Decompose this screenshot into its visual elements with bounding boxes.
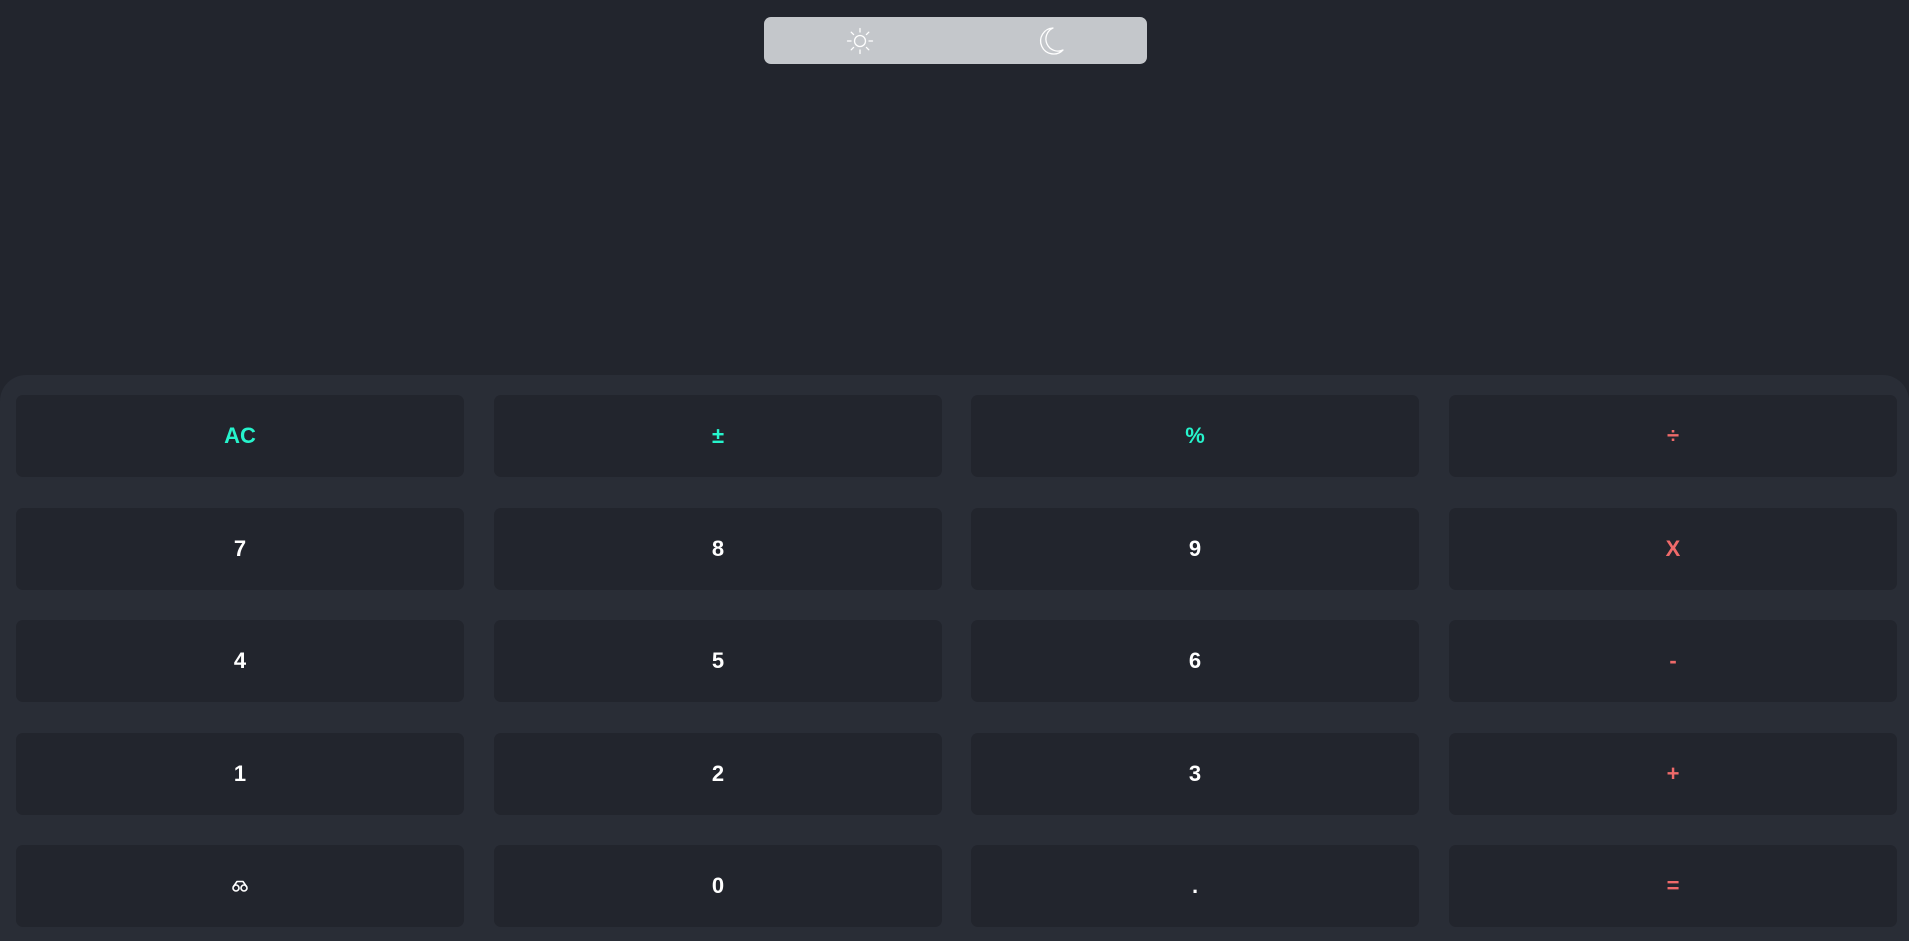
- history-icon: [232, 880, 248, 892]
- zero-button[interactable]: 0: [494, 845, 942, 927]
- calculator-app: AC ± % ÷ 7 8 9 X 4 5 6 - 1 2 3 + 0 . =: [0, 0, 1909, 941]
- four-button[interactable]: 4: [16, 620, 464, 702]
- equals-button[interactable]: =: [1449, 845, 1897, 927]
- divide-button[interactable]: ÷: [1449, 395, 1897, 477]
- eight-button[interactable]: 8: [494, 508, 942, 590]
- five-button[interactable]: 5: [494, 620, 942, 702]
- light-mode-option[interactable]: [764, 17, 956, 64]
- dark-mode-option[interactable]: [956, 17, 1148, 64]
- plus-minus-button[interactable]: ±: [494, 395, 942, 477]
- ac-button[interactable]: AC: [16, 395, 464, 477]
- sun-icon: [846, 27, 873, 54]
- history-button[interactable]: [16, 845, 464, 927]
- two-button[interactable]: 2: [494, 733, 942, 815]
- six-button[interactable]: 6: [971, 620, 1419, 702]
- percent-button[interactable]: %: [971, 395, 1419, 477]
- nine-button[interactable]: 9: [971, 508, 1419, 590]
- three-button[interactable]: 3: [971, 733, 1419, 815]
- seven-button[interactable]: 7: [16, 508, 464, 590]
- one-button[interactable]: 1: [16, 733, 464, 815]
- plus-button[interactable]: +: [1449, 733, 1897, 815]
- multiply-button[interactable]: X: [1449, 508, 1897, 590]
- keypad: AC ± % ÷ 7 8 9 X 4 5 6 - 1 2 3 + 0 . =: [0, 375, 1909, 941]
- moon-icon: [1040, 26, 1064, 55]
- decimal-button[interactable]: .: [971, 845, 1419, 927]
- calculator-display: [0, 70, 1909, 370]
- theme-toggle[interactable]: [764, 17, 1147, 64]
- minus-button[interactable]: -: [1449, 620, 1897, 702]
